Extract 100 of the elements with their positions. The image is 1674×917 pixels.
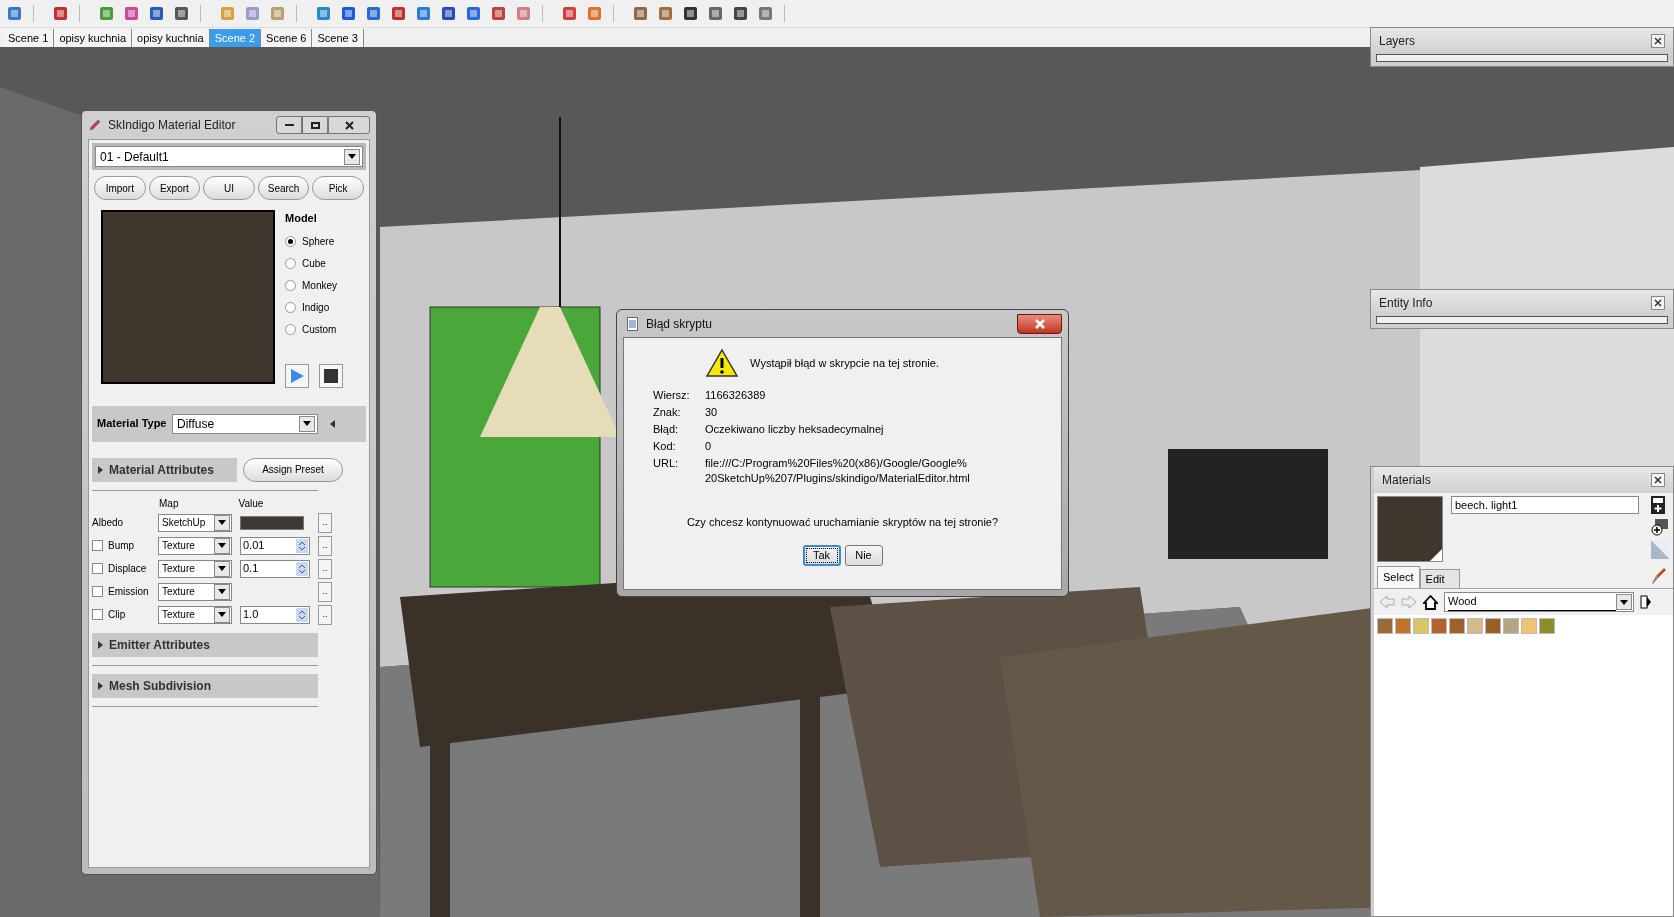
section-header[interactable]: Mesh Subdivision	[92, 673, 318, 698]
tool-icon[interactable]	[682, 5, 699, 22]
material-swatch[interactable]	[1431, 618, 1447, 634]
material-swatch[interactable]	[1413, 618, 1429, 634]
column-header: Value	[238, 496, 264, 511]
map-dropdown[interactable]: Texture	[158, 536, 232, 555]
close-icon[interactable]	[328, 116, 370, 134]
number-field[interactable]: 0.1	[240, 559, 310, 578]
tool-icon[interactable]	[52, 5, 69, 22]
scene-tab[interactable]: Scene 3	[312, 29, 364, 47]
material-swatch[interactable]	[1521, 618, 1537, 634]
radio-button[interactable]	[285, 235, 296, 247]
tool-icon[interactable]	[440, 5, 457, 22]
collection-dropdown[interactable]: Wood	[1444, 592, 1634, 612]
checkbox[interactable]	[92, 586, 103, 597]
material-swatch[interactable]	[1485, 618, 1501, 634]
home-icon[interactable]	[1423, 594, 1438, 610]
expand-arrow-icon	[98, 465, 103, 474]
scene-tab[interactable]: Scene 1	[3, 29, 55, 47]
spinner-arrows-icon[interactable]	[296, 561, 308, 576]
question-text: Czy chcesz kontynuować uruchamianie skryptów na tej stronie?	[685, 515, 1000, 530]
attribute-label: Bump	[108, 539, 135, 553]
map-dropdown[interactable]: Texture	[158, 605, 232, 624]
toolbar-button[interactable]: Export	[148, 176, 201, 200]
panel-title: Materials	[1382, 472, 1431, 489]
field-value: 30	[705, 405, 718, 420]
collapse-arrow-icon[interactable]	[330, 419, 335, 428]
color-swatch[interactable]	[240, 515, 304, 530]
panel-tab[interactable]: Edit	[1419, 569, 1460, 588]
browse-button[interactable]: ..	[318, 581, 332, 602]
checkbox[interactable]	[92, 540, 103, 551]
assign-preset-button[interactable]: Assign Preset	[243, 457, 343, 482]
corner-triangle-icon	[1430, 549, 1442, 561]
tool-icon[interactable]	[148, 5, 165, 22]
tool-icon[interactable]	[340, 5, 357, 22]
dialog-button[interactable]: Nie	[844, 544, 883, 566]
radio-label: Sphere	[302, 234, 335, 249]
close-icon[interactable]	[1651, 473, 1665, 487]
toolbar-button[interactable]: Pick	[312, 176, 364, 200]
close-icon[interactable]	[1651, 34, 1665, 48]
tool-icon[interactable]	[173, 5, 190, 22]
dialog-button[interactable]: Tak	[802, 544, 841, 566]
material-swatch[interactable]	[1503, 618, 1519, 634]
add-material-icon[interactable]	[1651, 496, 1665, 514]
column-header: Map	[159, 496, 179, 511]
expand-arrow-icon	[98, 681, 103, 690]
field-value: 1166326389	[705, 388, 766, 403]
add-to-model-icon[interactable]	[1651, 518, 1669, 536]
browse-button[interactable]: ..	[318, 535, 332, 556]
radio-button[interactable]	[285, 257, 296, 269]
section-header[interactable]: Material Attributes	[92, 457, 237, 482]
panel-title: Layers	[1379, 33, 1416, 50]
maximize-icon[interactable]	[302, 116, 328, 134]
model-label: Model	[285, 211, 318, 226]
tool-icon[interactable]	[390, 5, 407, 22]
play-icon[interactable]	[285, 363, 309, 388]
toolbar-button[interactable]: UI	[203, 176, 255, 200]
dialog-title: Błąd skryptu	[646, 315, 713, 333]
field-label: Błąd:	[653, 422, 680, 437]
close-icon[interactable]	[1651, 296, 1665, 310]
scene-tab[interactable]: opisy kuchnia	[132, 29, 210, 47]
toolbar-button[interactable]: Import	[94, 176, 146, 200]
map-dropdown[interactable]: Texture	[158, 582, 232, 601]
minimize-icon[interactable]	[276, 116, 302, 134]
material-type-dropdown[interactable]: Diffuse	[172, 413, 318, 434]
map-dropdown[interactable]: Texture	[158, 559, 232, 578]
radio-button[interactable]	[285, 279, 296, 291]
tool-icon[interactable]	[732, 5, 749, 22]
browse-button[interactable]: ..	[318, 558, 332, 579]
checkbox[interactable]	[92, 609, 103, 620]
material-swatch[interactable]	[1377, 618, 1393, 634]
number-field[interactable]: 0.01	[240, 536, 310, 555]
window-title: SkIndigo Material Editor	[108, 117, 236, 134]
close-button[interactable]	[1017, 313, 1062, 334]
browse-button[interactable]: ..	[318, 512, 332, 533]
error-message: Wystąpił błąd w skrypcie na tej stronie.	[750, 355, 939, 371]
panel-tab[interactable]: Select	[1377, 566, 1420, 588]
details-arrow-icon[interactable]	[1640, 594, 1652, 610]
toolbar-button[interactable]: Search	[257, 176, 310, 200]
radio-button[interactable]	[285, 301, 296, 313]
stop-icon[interactable]	[319, 363, 343, 388]
material-swatch[interactable]	[1539, 618, 1555, 634]
section-header[interactable]: Emitter Attributes	[92, 632, 318, 657]
spinner-arrows-icon[interactable]	[296, 538, 308, 553]
material-dropdown[interactable]: 01 - Default1	[95, 146, 363, 167]
material-swatch[interactable]	[1395, 618, 1411, 634]
spinner-arrows-icon[interactable]	[296, 607, 308, 622]
material-name-field[interactable]: beech. light1	[1451, 496, 1639, 514]
scene-tab[interactable]: Scene 6	[261, 29, 313, 47]
material-swatch[interactable]	[1449, 618, 1465, 634]
material-swatch[interactable]	[1467, 618, 1483, 634]
eyedropper-icon[interactable]	[1651, 567, 1667, 585]
scene-tab[interactable]: opisy kuchnia	[54, 29, 133, 47]
radio-button[interactable]	[285, 323, 296, 335]
checkbox[interactable]	[92, 563, 103, 574]
number-field[interactable]: 1.0	[240, 605, 310, 624]
browse-button[interactable]: ..	[318, 604, 332, 625]
close-icon	[1034, 318, 1045, 329]
map-dropdown[interactable]: SketchUp	[158, 513, 232, 532]
tool-icon[interactable]	[707, 5, 724, 22]
